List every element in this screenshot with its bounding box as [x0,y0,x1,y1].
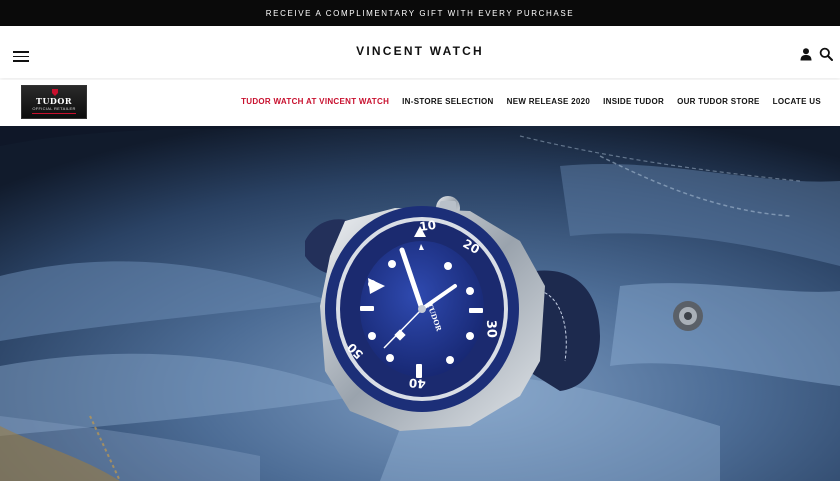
hero-banner[interactable]: 10 20 30 40 50 TUDOR [0,126,840,481]
nav-link-our-tudor-store[interactable]: OUR TUDOR STORE [677,97,760,106]
promo-bar: RECEIVE A COMPLIMENTARY GIFT WITH EVERY … [0,0,840,26]
site-brand[interactable]: VINCENT WATCH [0,44,840,58]
search-icon[interactable] [819,47,833,61]
tudor-logo-name: TUDOR [36,96,72,106]
nav-link-tudor-watch[interactable]: TUDOR WATCH AT VINCENT WATCH [241,97,389,106]
nav-link-in-store-selection[interactable]: IN-STORE SELECTION [402,97,493,106]
hero-bottom-strip [0,481,840,495]
svg-text:30: 30 [483,320,499,339]
tudor-shield-icon [52,89,58,96]
promo-text: RECEIVE A COMPLIMENTARY GIFT WITH EVERY … [265,8,575,18]
site-header: VINCENT WATCH [0,26,840,78]
hero-watch-image: 10 20 30 40 50 TUDOR [0,126,840,481]
tudor-subnav: TUDOR OFFICIAL RETAILER TUDOR WATCH AT V… [0,80,840,124]
nav-link-new-release-2020[interactable]: NEW RELEASE 2020 [507,97,591,106]
tudor-logo-tagline: OFFICIAL RETAILER [32,106,76,111]
nav-link-locate-us[interactable]: LOCATE US [773,97,821,106]
user-icon[interactable] [799,47,813,61]
tudor-nav-links: TUDOR WATCH AT VINCENT WATCH IN-STORE SE… [241,97,821,106]
tudor-official-retailer-logo[interactable]: TUDOR OFFICIAL RETAILER [21,85,87,119]
nav-link-inside-tudor[interactable]: INSIDE TUDOR [603,97,664,106]
